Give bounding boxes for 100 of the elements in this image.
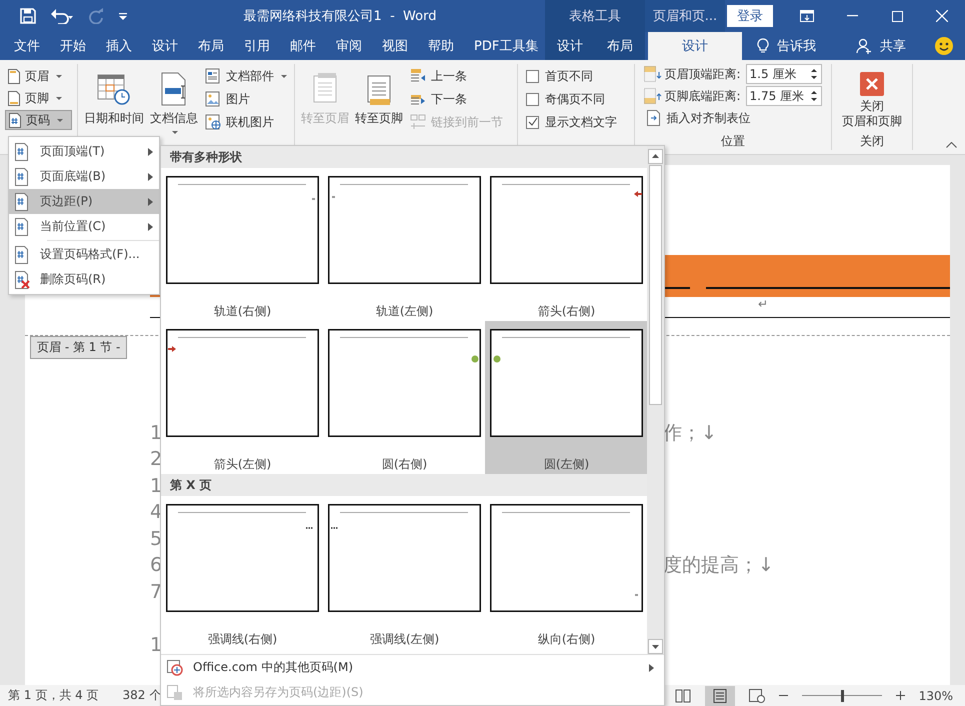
field-label: 页眉顶端距离:	[664, 66, 741, 82]
web-layout-icon[interactable]	[748, 688, 765, 702]
menu-item[interactable]: Office.com 中的其他页码(M)	[161, 655, 664, 680]
customize-caret-icon[interactable]	[118, 11, 128, 21]
undo-icon[interactable]	[50, 8, 74, 24]
zoom-in-icon[interactable]	[896, 691, 905, 700]
save-icon[interactable]	[20, 8, 36, 24]
ribbon-button[interactable]: 上一条	[407, 66, 506, 86]
tell-me-label[interactable]: 告诉我	[777, 37, 816, 55]
menu-item[interactable]: 当前位置(C)	[9, 214, 159, 239]
ribbon-button[interactable]: 联机图片	[202, 112, 290, 132]
document-text: 作；↓	[663, 420, 717, 446]
spinner-arrows-icon[interactable]	[810, 66, 818, 82]
zoom-level[interactable]: 130%	[918, 688, 953, 702]
zoom-slider-thumb[interactable]	[840, 690, 844, 702]
scroll-down-icon[interactable]	[648, 639, 663, 654]
submenu-arrow-icon	[148, 222, 153, 230]
checkmark-icon	[528, 117, 538, 127]
login-button[interactable]: 登录	[727, 5, 773, 27]
collapse-ribbon-icon[interactable]	[946, 142, 957, 148]
ribbon-tab[interactable]: 布局	[188, 32, 234, 60]
submenu-arrow-icon	[148, 198, 153, 206]
menu-item[interactable]: 页面底端(B)	[9, 164, 159, 189]
checkbox[interactable]: 首页不同	[526, 66, 617, 86]
page-number-icon	[14, 192, 30, 210]
ribbon-tab[interactable]: 文件	[4, 32, 50, 60]
page-count[interactable]: 第 1 页，共 4 页	[8, 687, 99, 704]
scroll-up-icon[interactable]	[648, 149, 663, 164]
ribbon-display-options-icon[interactable]	[800, 10, 814, 22]
checkbox[interactable]: 显示文档文字	[526, 112, 617, 132]
online-page-number-icon	[167, 660, 183, 676]
contextual-tab-group-label: 表格工具	[545, 0, 645, 32]
contextual-tab-group-label: 页眉和页...	[645, 0, 725, 32]
link-icon	[410, 114, 426, 130]
ribbon-tab[interactable]: 设计	[142, 32, 188, 60]
ribbon-tab[interactable]: 视图	[372, 32, 418, 60]
document-parts-icon	[205, 68, 221, 84]
caret-icon	[56, 96, 62, 100]
ribbon-tab[interactable]: 设计	[547, 32, 593, 60]
gallery-item[interactable]: 强调线(左侧)	[323, 496, 485, 649]
ribbon-dropdown-button[interactable]: 页码	[5, 110, 72, 130]
spin-field[interactable]: 1.5 厘米	[746, 64, 822, 84]
maximize-icon[interactable]	[892, 10, 903, 22]
gallery-item[interactable]: 轨道(左侧)	[323, 168, 485, 321]
word-count[interactable]: 382 个	[122, 687, 162, 704]
menu-item[interactable]: 页面顶端(T)	[9, 139, 159, 164]
ribbon-button[interactable]: 下一条	[407, 89, 506, 109]
document-text: 2	[150, 448, 162, 470]
checkbox[interactable]: 奇偶页不同	[526, 89, 617, 109]
gallery-item[interactable]: 纵向(右侧)	[485, 496, 647, 649]
gallery-item[interactable]: 箭头(右侧)	[485, 168, 647, 321]
spinner-arrows-icon[interactable]	[810, 88, 818, 104]
field-label: 页脚底端距离:	[664, 88, 741, 104]
ribbon-tab[interactable]: 布局	[597, 32, 643, 60]
ribbon-button[interactable]: 插入对齐制表位	[644, 108, 822, 128]
ribbon-tab[interactable]: 邮件	[280, 32, 326, 60]
submenu-arrow-icon	[148, 148, 153, 156]
ribbon-tab[interactable]: 帮助	[418, 32, 464, 60]
ribbon-tab[interactable]: 开始	[50, 32, 96, 60]
smiley-icon[interactable]	[935, 37, 953, 55]
calendar-clock-icon	[97, 72, 131, 106]
read-mode-icon[interactable]	[674, 688, 691, 702]
spin-field[interactable]: 1.75 厘米	[746, 86, 822, 106]
lightbulb-icon[interactable]	[757, 38, 769, 54]
ribbon-button[interactable]: 文档部件	[202, 66, 290, 86]
ribbon-dropdown-button[interactable]: 页眉	[5, 66, 72, 86]
scrollbar[interactable]	[647, 146, 664, 654]
menu-item[interactable]: 页边距(P)	[9, 189, 159, 214]
submenu-arrow-icon	[148, 172, 153, 180]
menu-item[interactable]: 删除页码(R)	[9, 267, 159, 292]
ribbon-tab[interactable]: 设计	[648, 32, 742, 60]
close-header-footer-button[interactable]: 关闭 页眉和页脚	[842, 64, 902, 129]
share-label[interactable]: 共享	[880, 37, 906, 55]
ribbon-tab[interactable]: 插入	[96, 32, 142, 60]
page-preview-icon	[490, 329, 643, 437]
ribbon-tab[interactable]: 审阅	[326, 32, 372, 60]
tab-stop-icon	[647, 110, 662, 126]
scrollbar-thumb[interactable]	[649, 165, 662, 405]
gallery-item[interactable]: 圆(左侧)	[485, 321, 647, 474]
document-text: 1	[150, 634, 162, 656]
person-icon[interactable]	[856, 38, 872, 54]
gallery-item[interactable]: 箭头(左侧)	[161, 321, 323, 474]
gallery-item[interactable]: 轨道(右侧)	[161, 168, 323, 321]
page-number-icon	[14, 246, 30, 264]
header-page-icon	[8, 68, 20, 84]
ribbon-dropdown-button[interactable]: 页脚	[5, 88, 72, 108]
save-selection-icon	[167, 684, 183, 700]
minimize-icon[interactable]	[847, 15, 858, 17]
page-preview-icon	[328, 329, 481, 437]
footer-distance-icon	[644, 88, 662, 104]
ribbon-button[interactable]: 图片	[202, 89, 290, 109]
gallery-item[interactable]: 圆(右侧)	[323, 321, 485, 474]
menu-item[interactable]: 设置页码格式(F)...	[9, 242, 159, 267]
gallery-item[interactable]: 强调线(右侧)	[161, 496, 323, 649]
ribbon-tab[interactable]: 引用	[234, 32, 280, 60]
document-text: 1	[150, 474, 162, 497]
submenu-arrow-icon	[649, 664, 654, 672]
ribbon-tab[interactable]: PDF工具集	[464, 32, 548, 60]
close-icon[interactable]	[936, 10, 948, 22]
print-layout-button[interactable]	[704, 686, 735, 706]
